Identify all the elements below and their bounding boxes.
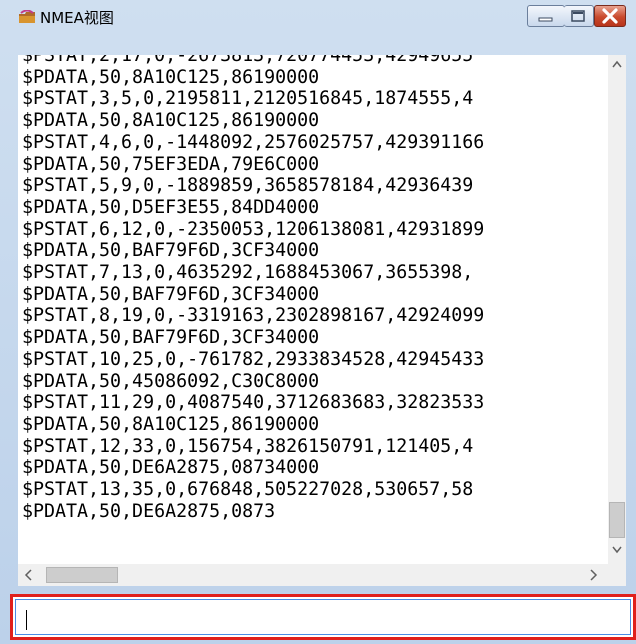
log-line: $PSTAT,11,29,0,4087540,3712683683,328235… — [22, 392, 485, 414]
vertical-scrollbar[interactable] — [608, 55, 626, 564]
log-line: $PSTAT,3,5,0,2195811,2120516845,1874555,… — [22, 88, 474, 110]
minimize-button[interactable] — [527, 5, 565, 27]
log-line: $PSTAT,6,12,0,-2350053,1206138081,429318… — [22, 218, 485, 240]
nmea-log-text: $PSTAT,2,17,0,-2673813,720774453,4294965… — [18, 55, 484, 522]
scroll-right-icon[interactable] — [590, 569, 598, 584]
log-line: $PSTAT,8,19,0,-3319163,2302898167,429240… — [22, 305, 485, 327]
log-line: $PSTAT,10,25,0,-761782,2933834528,429454… — [22, 348, 485, 370]
horizontal-scrollbar[interactable] — [18, 564, 608, 586]
window-title: NMEA视图 — [40, 9, 114, 27]
log-line: $PDATA,50,DE6A2875,0873 — [22, 500, 276, 522]
text-caret — [26, 610, 27, 630]
log-line: $PDATA,50,BAF79F6D,3CF34000 — [22, 327, 320, 349]
log-line: $PDATA,50,BAF79F6D,3CF34000 — [22, 283, 320, 305]
log-line: $PSTAT,4,6,0,-1448092,2576025757,4293911… — [22, 131, 485, 153]
maximize-icon — [571, 10, 585, 22]
scroll-down-icon[interactable] — [612, 545, 622, 557]
close-button[interactable] — [594, 5, 626, 27]
scroll-up-icon[interactable] — [612, 59, 622, 71]
log-line: $PDATA,50,8A10C125,86190000 — [22, 66, 320, 88]
nmea-view-window: NMEA视图 $PSTAT,2,17,0,-2673813,720774453,… — [0, 0, 636, 644]
maximize-button[interactable] — [564, 5, 594, 27]
log-line: $PSTAT,7,13,0,4635292,1688453067,3655398… — [22, 262, 474, 284]
log-line: $PSTAT,5,9,0,-1889859,3658578184,4293643… — [22, 175, 474, 197]
vertical-scroll-thumb[interactable] — [609, 502, 625, 538]
log-line: $PSTAT,13,35,0,676848,505227028,530657,5… — [22, 479, 474, 501]
minimize-icon — [538, 17, 553, 22]
log-line: $PDATA,50,D5EF3E55,84DD4000 — [22, 196, 320, 218]
highlighted-input-frame — [10, 594, 636, 640]
folder-icon — [18, 9, 36, 23]
close-icon — [602, 8, 618, 24]
scrollbar-corner — [608, 564, 626, 586]
log-line: $PDATA,50,8A10C125,86190000 — [22, 110, 320, 132]
nmea-log-area[interactable]: $PSTAT,2,17,0,-2673813,720774453,4294965… — [18, 55, 608, 564]
log-line: $PSTAT,2,17,0,-2673813,720774453,4294965… — [22, 55, 474, 66]
log-line: $PSTAT,12,33,0,156754,3826150791,121405,… — [22, 435, 474, 457]
log-line: $PDATA,50,BAF79F6D,3CF34000 — [22, 240, 320, 262]
command-input[interactable] — [15, 599, 631, 635]
log-line: $PDATA,50,DE6A2875,08734000 — [22, 457, 320, 479]
log-line: $PDATA,50,75EF3EDA,79E6C000 — [22, 153, 320, 175]
horizontal-scroll-thumb[interactable] — [46, 567, 118, 583]
log-line: $PDATA,50,8A10C125,86190000 — [22, 413, 320, 435]
scroll-left-icon[interactable] — [24, 569, 32, 584]
log-line: $PDATA,50,45086092,C30C8000 — [22, 370, 320, 392]
title-bar[interactable]: NMEA视图 — [0, 0, 636, 30]
